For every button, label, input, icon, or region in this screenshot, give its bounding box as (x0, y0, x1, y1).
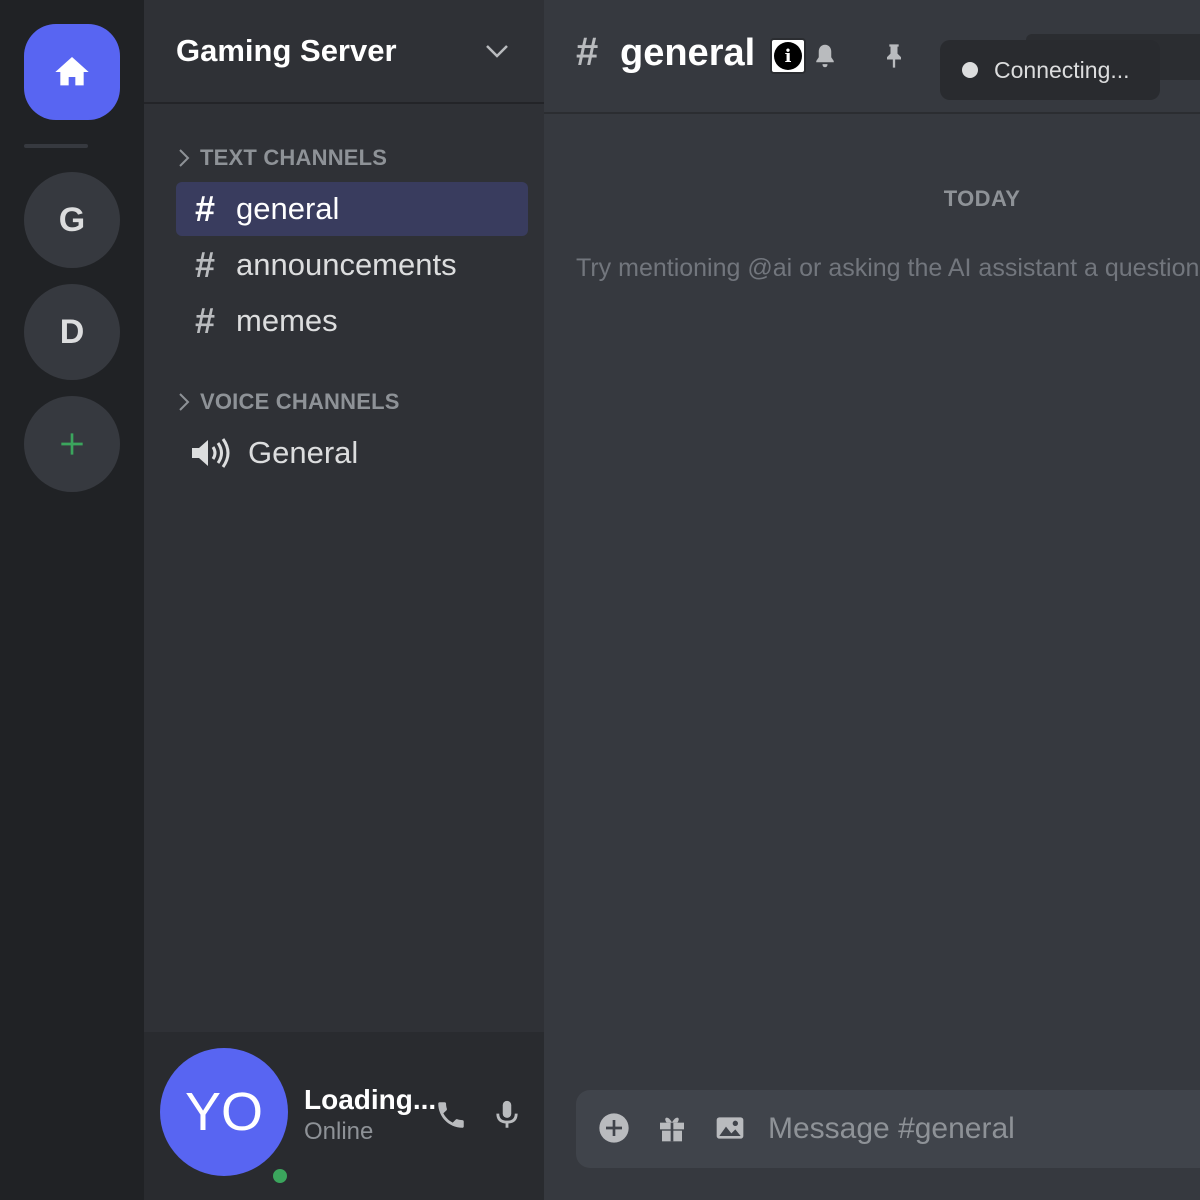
user-status: Online (304, 1118, 374, 1145)
hash-icon: # (194, 244, 216, 285)
server-name: Gaming Server (176, 33, 397, 68)
bell-icon[interactable] (810, 40, 840, 72)
app-window: G D Gaming Server TEXT CHANNELS # genera… (0, 0, 1200, 1200)
rail-separator (24, 144, 88, 148)
gift-icon[interactable] (656, 1112, 688, 1144)
category-label: TEXT CHANNELS (200, 145, 388, 170)
channel-label: announcements (236, 247, 457, 282)
category-voice-channels[interactable]: VOICE CHANNELS (176, 386, 400, 418)
message-composer (576, 1090, 1200, 1168)
chevron-right-icon (179, 149, 190, 167)
server-rail: G D (0, 0, 144, 1200)
home-button[interactable] (24, 24, 120, 120)
pin-icon[interactable] (880, 40, 908, 72)
server-header[interactable]: Gaming Server (144, 0, 544, 104)
hash-icon: # (194, 188, 216, 229)
category-text-channels[interactable]: TEXT CHANNELS (176, 142, 387, 174)
connection-dot (962, 62, 978, 78)
image-upload-icon[interactable] (714, 1112, 746, 1144)
chat-area: # general i Connecting... TODAY Try ment… (544, 0, 1200, 1200)
channel-sidebar: Gaming Server TEXT CHANNELS # general # … (144, 0, 544, 1200)
info-icon[interactable]: i (770, 38, 806, 74)
connection-text: Connecting... (994, 56, 1130, 83)
channel-title: general (620, 32, 756, 74)
microphone-icon[interactable] (490, 1098, 524, 1132)
chevron-down-icon (486, 45, 508, 58)
channel-announcements[interactable]: # announcements (176, 238, 528, 292)
date-divider: TODAY (943, 186, 1021, 211)
online-status-dot (270, 1166, 290, 1186)
home-icon (55, 57, 89, 86)
avatar[interactable]: YO (160, 1048, 288, 1176)
chat-header: # general i Connecting... (544, 0, 1200, 114)
plus-icon (61, 433, 83, 455)
hash-icon: # (194, 300, 216, 341)
category-label: VOICE CHANNELS (200, 389, 400, 414)
channel-label: memes (236, 303, 338, 338)
add-attachment-icon[interactable] (598, 1112, 630, 1144)
speaker-icon (192, 438, 230, 468)
channel-label: General (248, 435, 359, 470)
empty-state-hint: Try mentioning @ai or asking the AI assi… (576, 254, 1200, 282)
username: Loading... (304, 1084, 437, 1115)
chevron-right-icon (179, 393, 190, 411)
voice-channel-general[interactable]: General (176, 426, 528, 480)
add-server-button[interactable] (24, 396, 120, 492)
phone-icon[interactable] (434, 1098, 468, 1132)
hash-icon: # (576, 30, 599, 74)
message-input[interactable] (768, 1104, 1200, 1154)
channel-label: general (236, 191, 340, 226)
info-glyph: i (774, 42, 802, 70)
server-g[interactable]: G (24, 172, 120, 268)
user-panel: YO Loading... Online (144, 1032, 544, 1200)
channel-memes[interactable]: # memes (176, 294, 528, 348)
channel-general[interactable]: # general (176, 182, 528, 236)
server-d[interactable]: D (24, 284, 120, 380)
connection-status-toast: Connecting... (940, 40, 1160, 100)
